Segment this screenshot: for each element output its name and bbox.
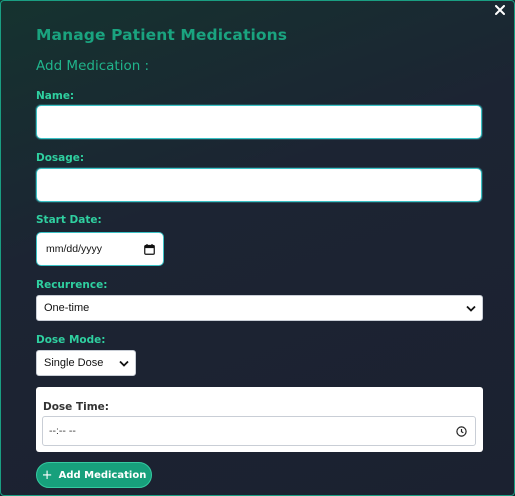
start-date-label: Start Date: <box>36 214 102 226</box>
name-field[interactable] <box>36 105 482 139</box>
recurrence-select[interactable]: One-time <box>36 295 483 321</box>
dosage-label: Dosage: <box>36 152 85 164</box>
dose-mode-selected-value: Single Dose <box>44 357 104 369</box>
dose-time-panel: Dose Time: --:-- -- <box>36 387 483 452</box>
start-date-field[interactable]: mm/dd/yyyy <box>36 232 164 266</box>
close-icon[interactable] <box>495 5 505 15</box>
start-date-placeholder: mm/dd/yyyy <box>46 243 103 255</box>
dosage-field[interactable] <box>36 168 482 202</box>
section-subtitle: Add Medication : <box>36 58 150 74</box>
modal-title: Manage Patient Medications <box>36 26 288 44</box>
chevron-down-icon <box>119 360 129 367</box>
recurrence-label: Recurrence: <box>36 279 108 291</box>
clock-icon[interactable] <box>456 425 467 437</box>
chevron-down-icon <box>466 305 476 312</box>
medication-modal: Manage Patient Medications Add Medicatio… <box>0 0 515 496</box>
calendar-icon[interactable] <box>144 243 155 255</box>
dose-mode-select[interactable]: Single Dose <box>36 350 136 376</box>
dose-time-label: Dose Time: <box>43 401 109 413</box>
plus-icon: + <box>41 467 53 483</box>
add-medication-button[interactable]: + Add Medication <box>36 462 152 488</box>
name-label: Name: <box>36 90 75 102</box>
dose-mode-label: Dose Mode: <box>36 334 106 346</box>
dose-time-field[interactable]: --:-- -- <box>42 416 476 446</box>
add-medication-label: Add Medication <box>58 469 147 481</box>
dose-time-placeholder: --:-- -- <box>49 425 76 437</box>
recurrence-selected-value: One-time <box>44 302 90 314</box>
